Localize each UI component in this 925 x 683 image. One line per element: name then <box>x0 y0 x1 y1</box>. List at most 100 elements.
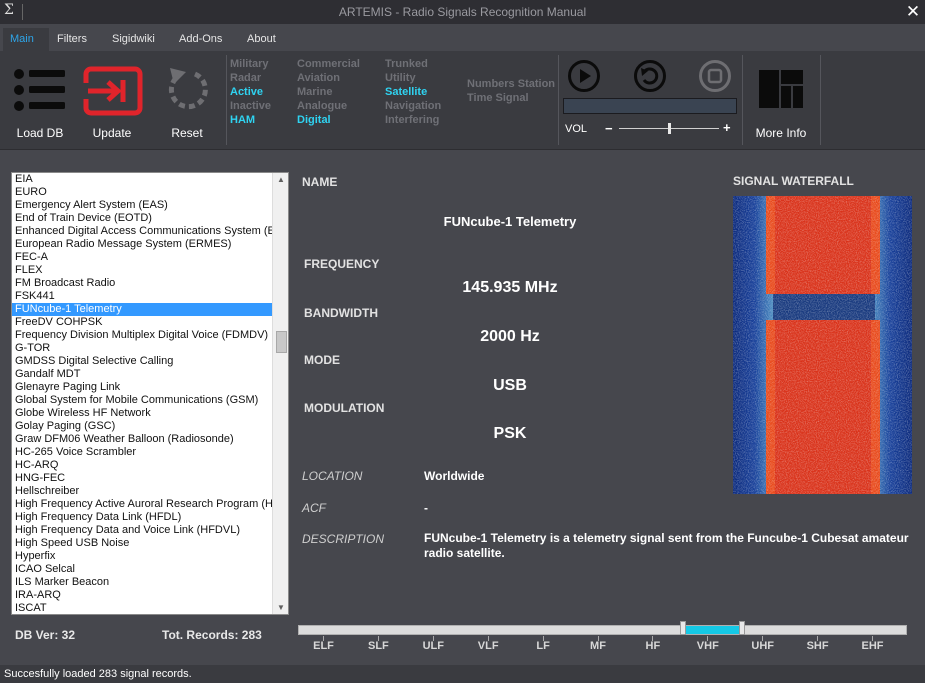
signal-list-item[interactable]: EURO <box>12 186 273 199</box>
signal-list-item[interactable]: GMDSS Digital Selective Calling <box>12 355 273 368</box>
signal-list-item[interactable]: HC-265 Voice Scrambler <box>12 446 273 459</box>
band-label-mf[interactable]: MF <box>571 640 626 652</box>
signal-waterfall-image <box>733 196 912 494</box>
signal-list-item[interactable]: Hyperfix <box>12 550 273 563</box>
signal-list-item[interactable]: HC-ARQ <box>12 459 273 472</box>
filter-digital[interactable]: Digital <box>297 113 331 127</box>
signal-list-item[interactable]: FSK441 <box>12 290 273 303</box>
signal-list-item[interactable]: Gandalf MDT <box>12 368 273 381</box>
filter-trunked[interactable]: Trunked <box>385 57 428 71</box>
signal-list-item[interactable]: Globe Wireless HF Network <box>12 407 273 420</box>
band-tick <box>762 636 764 641</box>
signal-list-item[interactable]: High Speed USB Noise <box>12 537 273 550</box>
frequency-band-slider[interactable] <box>298 625 907 635</box>
scroll-thumb[interactable] <box>276 331 287 353</box>
stop-icon[interactable] <box>698 59 732 93</box>
signal-list[interactable]: EIA EURO Emergency Alert System (EAS) End o… <box>11 172 289 615</box>
filter-navigation[interactable]: Navigation <box>385 99 441 113</box>
load-db-button[interactable]: Load DB <box>8 62 72 142</box>
signal-list-item[interactable]: Glenayre Paging Link <box>12 381 273 394</box>
band-label-ulf[interactable]: ULF <box>406 640 461 652</box>
filter-utility[interactable]: Utility <box>385 71 416 85</box>
close-window-button[interactable]: ✕ <box>902 0 924 24</box>
name-header: NAME <box>302 175 338 189</box>
signal-list-item[interactable]: Graw DFM06 Weather Balloon (Radiosonde) <box>12 433 273 446</box>
signal-list-item[interactable]: Hellschreiber <box>12 485 273 498</box>
band-label-vhf[interactable]: VHF <box>680 640 735 652</box>
filter-analogue[interactable]: Analogue <box>297 99 347 113</box>
band-tick <box>432 636 434 641</box>
tab-main[interactable]: Main <box>10 33 34 45</box>
volume-minus[interactable]: − <box>605 121 613 136</box>
more-info-label: More Info <box>755 126 807 140</box>
volume-plus[interactable]: + <box>723 120 731 135</box>
band-label-lf[interactable]: LF <box>516 640 571 652</box>
signal-list-item[interactable]: IRA-ARQ <box>12 589 273 602</box>
tab-filters[interactable]: Filters <box>57 33 87 45</box>
band-label-uhf[interactable]: UHF <box>735 640 790 652</box>
tab-add-ons[interactable]: Add-Ons <box>179 33 222 45</box>
filter-military[interactable]: Military <box>230 57 269 71</box>
filter-marine[interactable]: Marine <box>297 85 332 99</box>
filter-radar[interactable]: Radar <box>230 71 261 85</box>
reset-button[interactable]: Reset <box>155 62 219 142</box>
mode-value: USB <box>493 377 527 394</box>
play-icon[interactable] <box>567 59 601 93</box>
list-scrollbar[interactable]: ▲ ▼ <box>272 173 288 614</box>
signal-list-item[interactable]: HNG-FEC <box>12 472 273 485</box>
signal-list-item[interactable]: FreeDV COHPSK <box>12 316 273 329</box>
filter-ham[interactable]: HAM <box>230 113 255 127</box>
signal-list-item[interactable]: ICAO Selcal <box>12 563 273 576</box>
signal-list-item[interactable]: FEC-A <box>12 251 273 264</box>
modulation-header: MODULATION <box>304 401 385 415</box>
band-label-ehf[interactable]: EHF <box>845 640 900 652</box>
signal-list-item[interactable]: Enhanced Digital Access Communications S… <box>12 225 273 238</box>
signal-list-item[interactable]: High Frequency Data Link (HFDL) <box>12 511 273 524</box>
signal-list-item[interactable]: Golay Paging (GSC) <box>12 420 273 433</box>
more-info-button[interactable]: More Info <box>748 62 814 142</box>
signal-list-item[interactable]: FM Broadcast Radio <box>12 277 273 290</box>
signal-list-item[interactable]: Global System for Mobile Communications … <box>12 394 273 407</box>
signal-list-item[interactable]: Frequency Division Multiplex Digital Voi… <box>12 329 273 342</box>
description-value: FUNcube-1 Telemetry is a telemetry signa… <box>424 531 909 560</box>
tab-sigidwiki[interactable]: Sigidwiki <box>112 33 155 45</box>
band-range-end-handle[interactable] <box>739 621 745 635</box>
filter-aviation[interactable]: Aviation <box>297 71 340 85</box>
filter-numbers-station[interactable]: Numbers Station <box>467 77 555 91</box>
band-label-vlf[interactable]: VLF <box>461 640 516 652</box>
band-label-shf[interactable]: SHF <box>790 640 845 652</box>
filter-interfering[interactable]: Interfering <box>385 113 439 127</box>
update-label: Update <box>92 126 132 140</box>
tab-about[interactable]: About <box>247 33 276 45</box>
band-label-slf[interactable]: SLF <box>351 640 406 652</box>
replay-icon[interactable] <box>633 59 667 93</box>
filter-inactive[interactable]: Inactive <box>230 99 271 113</box>
title-bar: Σ ARTEMIS - Radio Signals Recognition Ma… <box>0 0 925 24</box>
signal-list-item[interactable]: G-TOR <box>12 342 273 355</box>
band-range-start-handle[interactable] <box>680 621 686 635</box>
signal-list-item[interactable]: ILS Marker Beacon <box>12 576 273 589</box>
signal-list-item[interactable]: EIA <box>12 173 273 186</box>
signal-list-item[interactable]: High Frequency Data and Voice Link (HFDV… <box>12 524 273 537</box>
signal-list-item[interactable]: ISCAT <box>12 602 273 614</box>
status-bar: Succesfully loaded 283 signal records. <box>0 665 925 683</box>
scroll-up-arrow-icon[interactable]: ▲ <box>273 175 289 184</box>
signal-list-item[interactable]: European Radio Message System (ERMES) <box>12 238 273 251</box>
reset-arrow-icon <box>168 68 208 110</box>
total-records: Tot. Records: 283 <box>162 628 262 642</box>
volume-thumb[interactable] <box>668 123 671 134</box>
filter-active[interactable]: Active <box>230 85 263 99</box>
filter-time-signal[interactable]: Time Signal <box>467 91 529 105</box>
filter-satellite[interactable]: Satellite <box>385 85 427 99</box>
signal-list-item[interactable]: High Frequency Active Auroral Research P… <box>12 498 273 511</box>
playback-progress-bar[interactable] <box>563 98 737 114</box>
signal-list-item[interactable]: End of Train Device (EOTD) <box>12 212 273 225</box>
band-label-elf[interactable]: ELF <box>296 640 351 652</box>
signal-list-item[interactable]: FUNcube-1 Telemetry <box>12 303 273 316</box>
update-button[interactable]: Update <box>80 62 144 142</box>
signal-list-item[interactable]: FLEX <box>12 264 273 277</box>
band-label-hf[interactable]: HF <box>625 640 680 652</box>
scroll-down-arrow-icon[interactable]: ▼ <box>273 603 289 612</box>
filter-commercial[interactable]: Commercial <box>297 57 360 71</box>
signal-list-item[interactable]: Emergency Alert System (EAS) <box>12 199 273 212</box>
